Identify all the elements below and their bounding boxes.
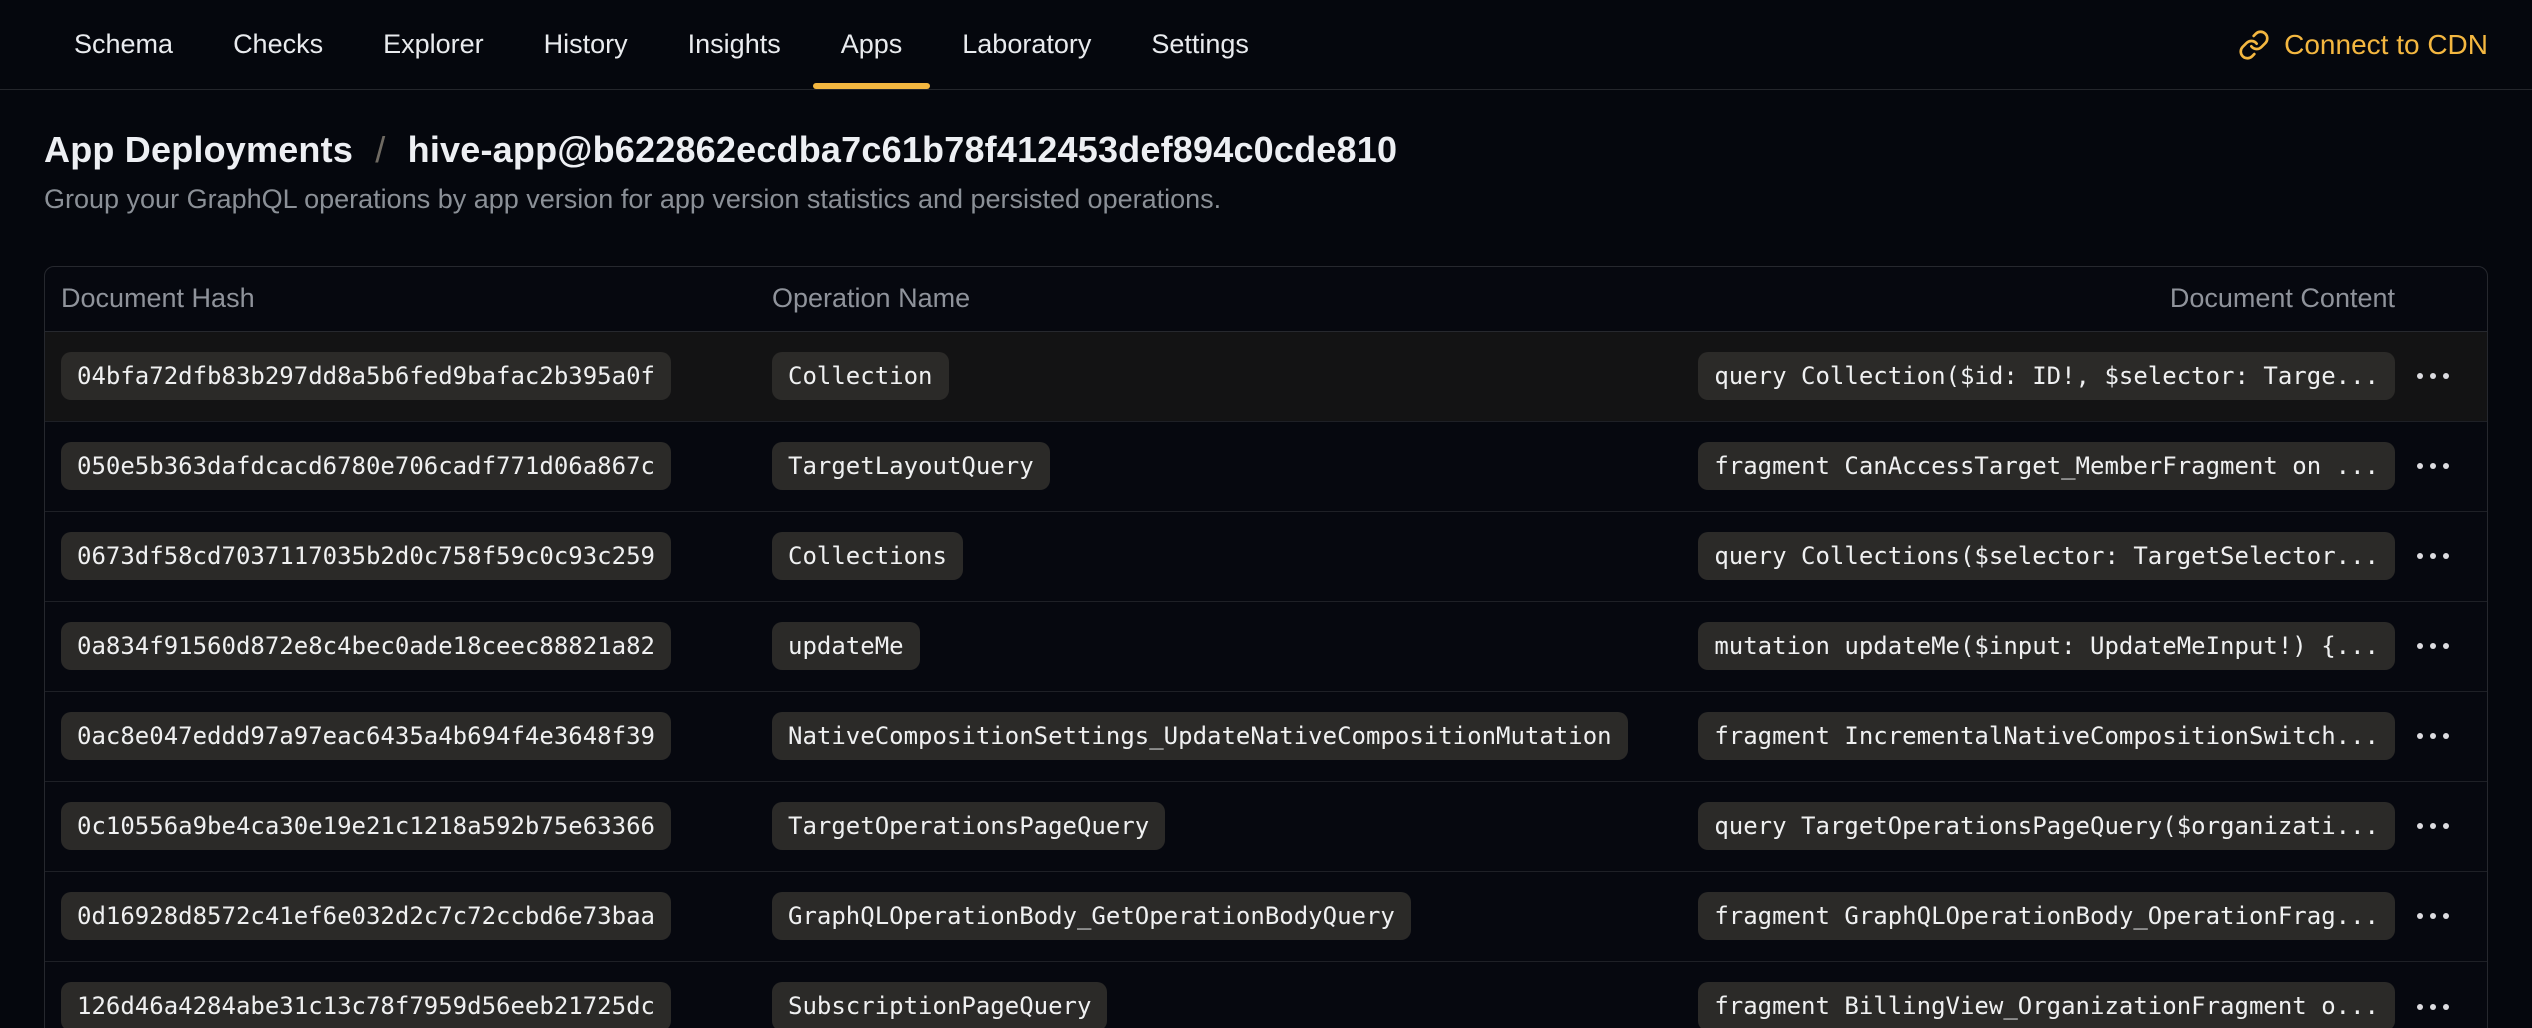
document-hash-pill: 0ac8e047eddd97a97eac6435a4b694f4e3648f39 bbox=[61, 712, 671, 761]
column-header-document-content: Document Content bbox=[1710, 283, 2395, 314]
operation-name-pill: TargetOperationsPageQuery bbox=[772, 802, 1165, 851]
document-content-pill: fragment GraphQLOperationBody_OperationF… bbox=[1698, 892, 2395, 941]
tab-apps[interactable]: Apps bbox=[811, 0, 933, 89]
document-content-cell: mutation updateMe($input: UpdateMeInput!… bbox=[1710, 622, 2395, 671]
operation-name-pill: GraphQLOperationBody_GetOperationBodyQue… bbox=[772, 892, 1411, 941]
row-actions-cell bbox=[2395, 723, 2471, 749]
top-nav: SchemaChecksExplorerHistoryInsightsAppsL… bbox=[0, 0, 2532, 90]
document-content-cell: query Collections($selector: TargetSelec… bbox=[1710, 532, 2395, 581]
document-content-cell: query Collection($id: ID!, $selector: Ta… bbox=[1710, 352, 2395, 401]
app-deployments-page: App Deployments / hive-app@b622862ecdba7… bbox=[0, 90, 2532, 1028]
connect-to-cdn-label: Connect to CDN bbox=[2284, 29, 2488, 61]
operation-name-cell: TargetLayoutQuery bbox=[772, 442, 1710, 491]
tab-schema[interactable]: Schema bbox=[44, 0, 203, 89]
document-hash-cell: 04bfa72dfb83b297dd8a5b6fed9bafac2b395a0f bbox=[61, 352, 772, 401]
document-hash-cell: 0c10556a9be4ca30e19e21c1218a592b75e63366 bbox=[61, 802, 772, 851]
table-row[interactable]: 0673df58cd7037117035b2d0c758f59c0c93c259… bbox=[45, 512, 2487, 602]
document-hash-pill: 0a834f91560d872e8c4bec0ade18ceec88821a82 bbox=[61, 622, 671, 671]
operation-name-pill: SubscriptionPageQuery bbox=[772, 982, 1107, 1028]
document-hash-pill: 04bfa72dfb83b297dd8a5b6fed9bafac2b395a0f bbox=[61, 352, 671, 401]
active-tab-underline bbox=[813, 83, 931, 89]
operation-name-pill: NativeCompositionSettings_UpdateNativeCo… bbox=[772, 712, 1628, 761]
document-content-pill: fragment BillingView_OrganizationFragmen… bbox=[1698, 982, 2395, 1028]
ellipsis-horizontal-icon[interactable] bbox=[2411, 543, 2455, 569]
tab-settings[interactable]: Settings bbox=[1121, 0, 1279, 89]
document-content-pill: fragment CanAccessTarget_MemberFragment … bbox=[1698, 442, 2395, 491]
document-content-cell: fragment IncrementalNativeCompositionSwi… bbox=[1710, 712, 2395, 761]
ellipsis-horizontal-icon[interactable] bbox=[2411, 453, 2455, 479]
operation-name-cell: updateMe bbox=[772, 622, 1710, 671]
document-hash-pill: 126d46a4284abe31c13c78f7959d56eeb21725dc bbox=[61, 982, 671, 1028]
table-header-row: Document Hash Operation Name Document Co… bbox=[45, 267, 2487, 332]
document-hash-pill: 0d16928d8572c41ef6e032d2c7c72ccbd6e73baa bbox=[61, 892, 671, 941]
table-row[interactable]: 0ac8e047eddd97a97eac6435a4b694f4e3648f39… bbox=[45, 692, 2487, 782]
operation-name-cell: GraphQLOperationBody_GetOperationBodyQue… bbox=[772, 892, 1710, 941]
operation-name-pill: Collection bbox=[772, 352, 949, 401]
deployments-table: Document Hash Operation Name Document Co… bbox=[44, 266, 2488, 1028]
document-hash-cell: 0a834f91560d872e8c4bec0ade18ceec88821a82 bbox=[61, 622, 772, 671]
tab-checks[interactable]: Checks bbox=[203, 0, 353, 89]
operation-name-pill: Collections bbox=[772, 532, 963, 581]
row-actions-cell bbox=[2395, 543, 2471, 569]
table-row[interactable]: 126d46a4284abe31c13c78f7959d56eeb21725dc… bbox=[45, 962, 2487, 1028]
link-icon bbox=[2238, 29, 2270, 61]
document-hash-cell: 0673df58cd7037117035b2d0c758f59c0c93c259 bbox=[61, 532, 772, 581]
operation-name-pill: updateMe bbox=[772, 622, 920, 671]
table-body: 04bfa72dfb83b297dd8a5b6fed9bafac2b395a0f… bbox=[45, 332, 2487, 1028]
row-actions-cell bbox=[2395, 633, 2471, 659]
page-subtitle: Group your GraphQL operations by app ver… bbox=[44, 183, 2488, 215]
document-content-cell: fragment BillingView_OrganizationFragmen… bbox=[1710, 982, 2395, 1028]
document-content-cell: fragment CanAccessTarget_MemberFragment … bbox=[1710, 442, 2395, 491]
table-row[interactable]: 0c10556a9be4ca30e19e21c1218a592b75e63366… bbox=[45, 782, 2487, 872]
tab-explorer[interactable]: Explorer bbox=[353, 0, 514, 89]
operation-name-cell: SubscriptionPageQuery bbox=[772, 982, 1710, 1028]
table-row[interactable]: 0a834f91560d872e8c4bec0ade18ceec88821a82… bbox=[45, 602, 2487, 692]
row-actions-cell bbox=[2395, 363, 2471, 389]
breadcrumb-separator: / bbox=[363, 129, 397, 170]
breadcrumb-section[interactable]: App Deployments bbox=[44, 129, 353, 170]
ellipsis-horizontal-icon[interactable] bbox=[2411, 903, 2455, 929]
breadcrumb: App Deployments / hive-app@b622862ecdba7… bbox=[44, 128, 2488, 171]
document-content-pill: query Collection($id: ID!, $selector: Ta… bbox=[1698, 352, 2395, 401]
column-header-operation-name: Operation Name bbox=[772, 283, 1710, 314]
document-hash-pill: 050e5b363dafdcacd6780e706cadf771d06a867c bbox=[61, 442, 671, 491]
document-hash-cell: 0d16928d8572c41ef6e032d2c7c72ccbd6e73baa bbox=[61, 892, 772, 941]
document-content-pill: fragment IncrementalNativeCompositionSwi… bbox=[1698, 712, 2395, 761]
row-actions-cell bbox=[2395, 453, 2471, 479]
ellipsis-horizontal-icon[interactable] bbox=[2411, 633, 2455, 659]
ellipsis-horizontal-icon[interactable] bbox=[2411, 994, 2455, 1020]
tab-insights[interactable]: Insights bbox=[658, 0, 811, 89]
document-hash-cell: 0ac8e047eddd97a97eac6435a4b694f4e3648f39 bbox=[61, 712, 772, 761]
row-actions-cell bbox=[2395, 903, 2471, 929]
document-content-cell: fragment GraphQLOperationBody_OperationF… bbox=[1710, 892, 2395, 941]
column-header-document-hash: Document Hash bbox=[61, 283, 772, 314]
row-actions-cell bbox=[2395, 994, 2471, 1020]
document-content-pill: query Collections($selector: TargetSelec… bbox=[1698, 532, 2395, 581]
tab-laboratory[interactable]: Laboratory bbox=[932, 0, 1121, 89]
ellipsis-horizontal-icon[interactable] bbox=[2411, 363, 2455, 389]
ellipsis-horizontal-icon[interactable] bbox=[2411, 723, 2455, 749]
row-actions-cell bbox=[2395, 813, 2471, 839]
document-hash-cell: 050e5b363dafdcacd6780e706cadf771d06a867c bbox=[61, 442, 772, 491]
tab-history[interactable]: History bbox=[514, 0, 658, 89]
operation-name-cell: TargetOperationsPageQuery bbox=[772, 802, 1710, 851]
document-content-pill: mutation updateMe($input: UpdateMeInput!… bbox=[1698, 622, 2395, 671]
nav-tabs: SchemaChecksExplorerHistoryInsightsAppsL… bbox=[44, 0, 1279, 89]
connect-to-cdn-button[interactable]: Connect to CDN bbox=[2238, 0, 2488, 89]
document-content-cell: query TargetOperationsPageQuery($organiz… bbox=[1710, 802, 2395, 851]
table-row[interactable]: 050e5b363dafdcacd6780e706cadf771d06a867c… bbox=[45, 422, 2487, 512]
ellipsis-horizontal-icon[interactable] bbox=[2411, 813, 2455, 839]
table-row[interactable]: 04bfa72dfb83b297dd8a5b6fed9bafac2b395a0f… bbox=[45, 332, 2487, 422]
operation-name-cell: Collection bbox=[772, 352, 1710, 401]
document-hash-cell: 126d46a4284abe31c13c78f7959d56eeb21725dc bbox=[61, 982, 772, 1028]
operation-name-pill: TargetLayoutQuery bbox=[772, 442, 1050, 491]
operation-name-cell: Collections bbox=[772, 532, 1710, 581]
breadcrumb-app-name: hive-app@b622862ecdba7c61b78f412453def89… bbox=[408, 129, 1398, 170]
document-hash-pill: 0c10556a9be4ca30e19e21c1218a592b75e63366 bbox=[61, 802, 671, 851]
document-hash-pill: 0673df58cd7037117035b2d0c758f59c0c93c259 bbox=[61, 532, 671, 581]
operation-name-cell: NativeCompositionSettings_UpdateNativeCo… bbox=[772, 712, 1710, 761]
document-content-pill: query TargetOperationsPageQuery($organiz… bbox=[1698, 802, 2395, 851]
table-row[interactable]: 0d16928d8572c41ef6e032d2c7c72ccbd6e73baa… bbox=[45, 872, 2487, 962]
